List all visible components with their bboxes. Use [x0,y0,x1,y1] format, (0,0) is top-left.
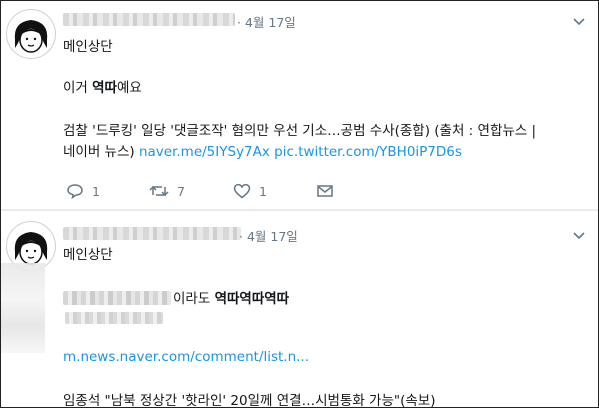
tweet[interactable]: · 4월 17일 메인상단 이거 역따예요 검찰 '드루킹' 일당 '댓글조작'… [1,1,598,210]
heart-icon [233,183,251,199]
redacted-area [1,263,45,353]
reply-button[interactable]: 1 [66,183,100,199]
tweet-text-line: 메인상단 [63,247,113,263]
redacted-text [65,312,163,324]
timeline: · 4월 17일 메인상단 이거 역따예요 검찰 '드루킹' 일당 '댓글조작'… [0,0,599,408]
tweet-text-line: 메인상단 [63,39,113,55]
like-button[interactable]: 1 [233,183,267,199]
retweet-button[interactable]: 7 [149,183,185,199]
reply-count: 1 [92,183,100,199]
retweet-icon [149,185,169,197]
tweet-link[interactable]: m.news.naver.com/comment/list.n... [63,349,309,365]
tweet-text-line: 이라도 역따역따역따 [63,287,289,307]
tweet[interactable]: · 4월 17일 메인상단 이라도 역따역따역따 m.news.naver.co… [1,210,598,408]
redacted-text [63,291,171,305]
avatar[interactable] [6,9,56,59]
tweet-actions: 1 7 1 [63,183,363,201]
envelope-icon [317,185,333,197]
tweet-media-link[interactable]: pic.twitter.com/YBH0iP7D6s [274,144,462,160]
chevron-down-icon[interactable] [572,231,586,241]
tweet-text-line: 검찰 '드루킹' 일당 '댓글조작' 혐의만 우선 기소…공범 수사(종합) (… [63,123,537,139]
tweet-date[interactable]: · 4월 17일 [237,12,296,31]
user-name-redacted[interactable] [63,13,235,26]
tweet-link[interactable]: naver.me/5IYSy7Ax [139,144,270,160]
tweet-text-line: 이거 역따예요 [63,80,142,96]
avatar-icon [14,20,48,53]
like-count: 1 [259,183,267,199]
tweet-text-line: 임종석 "남북 정상간 '핫라인' 20일께 연결…시범통화 가능"(속보) [63,393,436,408]
direct-message-button[interactable] [316,183,334,199]
tweet-text-line: 네이버 뉴스) naver.me/5IYSy7Ax pic.twitter.co… [63,144,462,160]
retweet-count: 7 [177,183,185,199]
user-name-redacted[interactable] [63,227,241,240]
tweet-link-line: m.news.naver.com/comment/list.n... [63,349,309,365]
chevron-down-icon[interactable] [572,17,586,27]
reply-icon [67,184,83,199]
tweet-date[interactable]: · 4월 17일 [239,226,298,245]
